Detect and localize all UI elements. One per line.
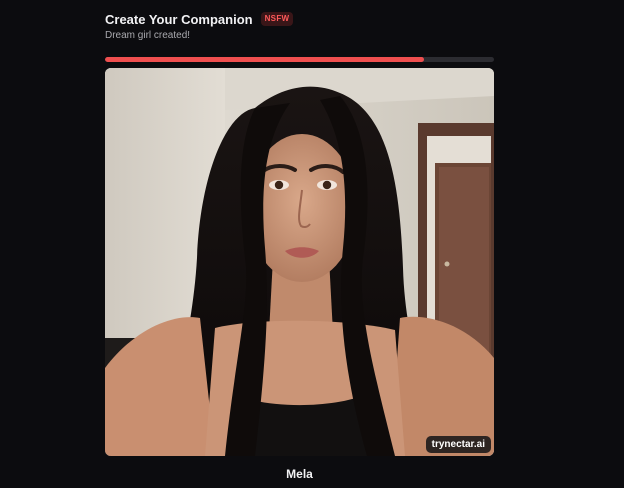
page-title: Create Your Companion	[105, 11, 253, 27]
progress-bar	[105, 57, 494, 62]
watermark-label: trynectar.ai	[425, 436, 491, 453]
header: Create Your Companion NSFW	[105, 10, 294, 28]
status-message: Dream girl created!	[105, 30, 191, 41]
companion-photo	[105, 68, 494, 456]
companion-image: trynectar.ai	[105, 68, 494, 456]
nsfw-badge: NSFW	[260, 12, 294, 26]
companion-name: Mela	[286, 467, 313, 481]
progress-bar-fill	[105, 57, 424, 62]
